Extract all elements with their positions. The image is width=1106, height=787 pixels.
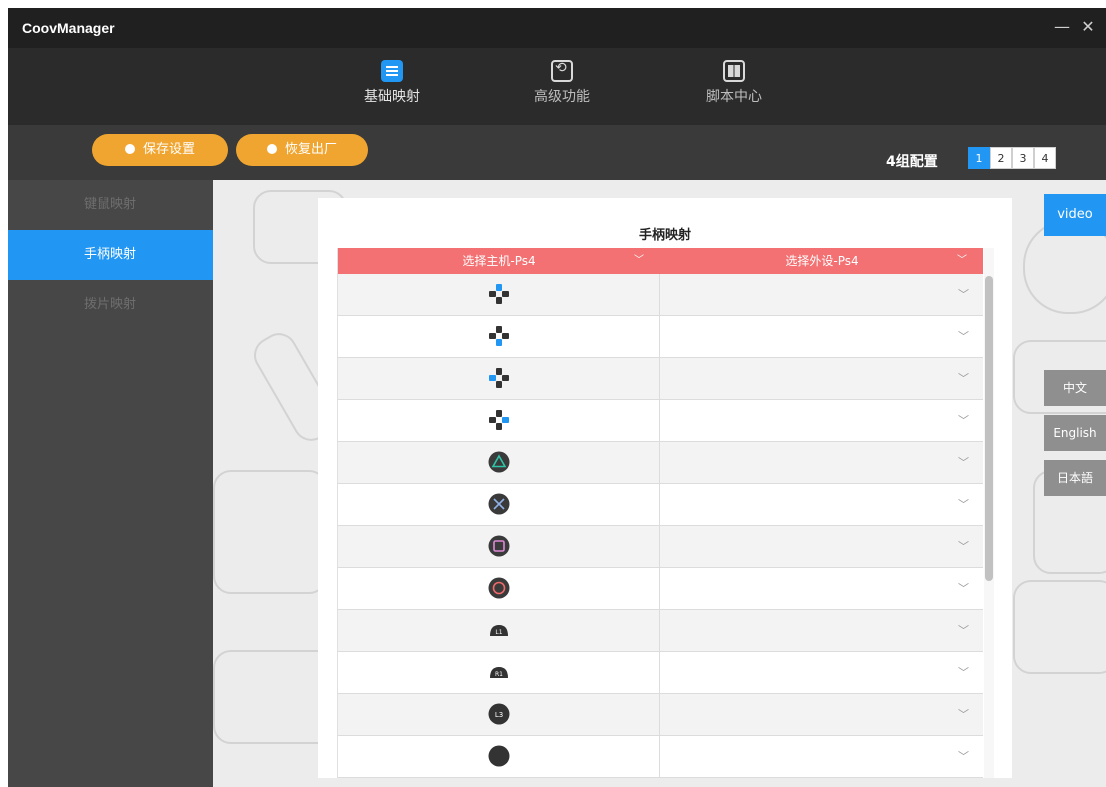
- nav-script-center-label: 脚本中心: [706, 89, 762, 105]
- chevron-down-icon: ﹀: [958, 498, 969, 511]
- mapping-select[interactable]: ﹀: [661, 442, 983, 483]
- advanced-icon: [551, 60, 573, 82]
- chevron-down-icon: ﹀: [958, 624, 969, 637]
- gamepad-mapping-panel: 手柄映射 选择主机-Ps4 ﹀ 选择外设-Ps4 ﹀ ﹀ ﹀ ﹀ ﹀ ﹀ ﹀ ﹀…: [318, 198, 1012, 778]
- cross-button-icon: [488, 493, 510, 515]
- mapping-select[interactable]: ﹀: [661, 568, 983, 609]
- device-select[interactable]: 选择外设-Ps4 ﹀: [661, 248, 983, 274]
- table-row: ﹀: [338, 568, 983, 610]
- config-tab-4[interactable]: 4: [1034, 147, 1056, 169]
- sidebar-item-keymouse[interactable]: 键鼠映射: [8, 180, 213, 230]
- table-row: ﹀: [338, 358, 983, 400]
- l1-button-icon: L1: [490, 625, 508, 636]
- table-header: 选择主机-Ps4 ﹀ 选择外设-Ps4 ﹀: [338, 248, 983, 274]
- chevron-down-icon: ﹀: [957, 255, 967, 266]
- chevron-down-icon: ﹀: [958, 582, 969, 595]
- table-row: ﹀: [338, 484, 983, 526]
- scrollbar-thumb[interactable]: [985, 276, 993, 581]
- mapping-select[interactable]: ﹀: [661, 526, 983, 567]
- mapping-select[interactable]: ﹀: [661, 316, 983, 357]
- l3-label: L3: [495, 711, 503, 719]
- close-button[interactable]: ✕: [1075, 14, 1101, 40]
- mapping-select[interactable]: ﹀: [661, 400, 983, 441]
- script-icon: [723, 60, 745, 82]
- save-settings-label: 保存设置: [142, 142, 195, 157]
- mapping-select[interactable]: ﹀: [661, 694, 983, 735]
- dpad-left-icon: [489, 368, 509, 388]
- toolbar: 保存设置 恢复出厂 4组配置 1 2 3 4: [8, 125, 1106, 180]
- l1-label: L1: [495, 629, 502, 636]
- mapping-select[interactable]: ﹀: [661, 358, 983, 399]
- save-settings-button[interactable]: 保存设置: [92, 134, 228, 166]
- dpad-right-icon: [489, 410, 509, 430]
- dpad-up-icon: [489, 284, 509, 304]
- table-row: ﹀: [338, 736, 983, 778]
- r1-button-icon: R1: [490, 667, 508, 678]
- mapping-select[interactable]: ﹀: [661, 736, 983, 777]
- nav-basic-mapping[interactable]: 基础映射: [332, 60, 452, 106]
- table-row: L1 ﹀: [338, 610, 983, 652]
- chevron-down-icon: ﹀: [958, 666, 969, 679]
- nav-advanced[interactable]: 高级功能: [502, 60, 622, 106]
- l3-button-icon: L3: [488, 703, 510, 725]
- info-icon: [124, 144, 135, 154]
- table-row: ﹀: [338, 442, 983, 484]
- mapping-select[interactable]: ﹀: [661, 652, 983, 693]
- chevron-down-icon: ﹀: [958, 288, 969, 301]
- mapping-select[interactable]: ﹀: [661, 274, 983, 315]
- info-icon: [266, 144, 277, 154]
- chevron-down-icon: ﹀: [958, 750, 969, 763]
- app-window: CoovManager — ✕ 基础映射 高级功能 脚本中心 保存设置 恢复出厂…: [8, 8, 1106, 787]
- sidebar-item-paddle[interactable]: 拨片映射: [8, 280, 213, 330]
- chevron-down-icon: ﹀: [958, 708, 969, 721]
- table-row: ﹀: [338, 316, 983, 358]
- table-row: ﹀: [338, 274, 983, 316]
- panel-title: 手柄映射: [638, 228, 691, 243]
- mapping-select[interactable]: ﹀: [661, 610, 983, 651]
- app-title: CoovManager: [22, 20, 115, 36]
- config-tab-1[interactable]: 1: [968, 147, 990, 169]
- language-japanese-button[interactable]: 日本語: [1044, 460, 1106, 496]
- sidebar: 键鼠映射 手柄映射 拨片映射: [8, 180, 213, 787]
- top-navigation: 基础映射 高级功能 脚本中心: [8, 48, 1106, 125]
- config-group-label: 4组配置: [886, 154, 938, 170]
- table-row: L3 ﹀: [338, 694, 983, 736]
- mapping-select[interactable]: ﹀: [661, 484, 983, 525]
- r1-label: R1: [495, 671, 503, 678]
- chevron-down-icon: ﹀: [634, 255, 644, 266]
- chevron-down-icon: ﹀: [958, 540, 969, 553]
- table-row: ﹀: [338, 526, 983, 568]
- sidebar-item-gamepad[interactable]: 手柄映射: [8, 230, 213, 280]
- title-bar: CoovManager — ✕: [8, 8, 1106, 48]
- video-button[interactable]: video: [1044, 194, 1106, 236]
- dpad-down-icon: [489, 326, 509, 346]
- chevron-down-icon: ﹀: [958, 456, 969, 469]
- factory-reset-button[interactable]: 恢复出厂: [236, 134, 368, 166]
- language-chinese-button[interactable]: 中文: [1044, 370, 1106, 406]
- table-row: ﹀: [338, 400, 983, 442]
- minimize-button[interactable]: —: [1049, 14, 1075, 40]
- table-row: R1 ﹀: [338, 652, 983, 694]
- chevron-down-icon: ﹀: [958, 372, 969, 385]
- square-button-icon: [488, 535, 510, 557]
- device-select-label: 选择外设-Ps4: [785, 254, 859, 268]
- config-tab-2[interactable]: 2: [990, 147, 1012, 169]
- keyboard-icon: [381, 60, 403, 82]
- chevron-down-icon: ﹀: [958, 414, 969, 427]
- nav-script-center[interactable]: 脚本中心: [674, 60, 794, 106]
- factory-reset-label: 恢复出厂: [284, 142, 337, 157]
- triangle-button-icon: [488, 451, 510, 473]
- chevron-down-icon: ﹀: [958, 330, 969, 343]
- host-select[interactable]: 选择主机-Ps4 ﹀: [338, 248, 660, 274]
- language-english-button[interactable]: English: [1044, 415, 1106, 451]
- r3-button-icon: [488, 745, 510, 767]
- nav-basic-mapping-label: 基础映射: [364, 89, 420, 105]
- mapping-table: 选择主机-Ps4 ﹀ 选择外设-Ps4 ﹀ ﹀ ﹀ ﹀ ﹀ ﹀ ﹀ ﹀ ﹀ L1…: [337, 248, 983, 778]
- config-tab-3[interactable]: 3: [1012, 147, 1034, 169]
- circle-button-icon: [488, 577, 510, 599]
- host-select-label: 选择主机-Ps4: [462, 254, 536, 268]
- nav-advanced-label: 高级功能: [534, 89, 590, 105]
